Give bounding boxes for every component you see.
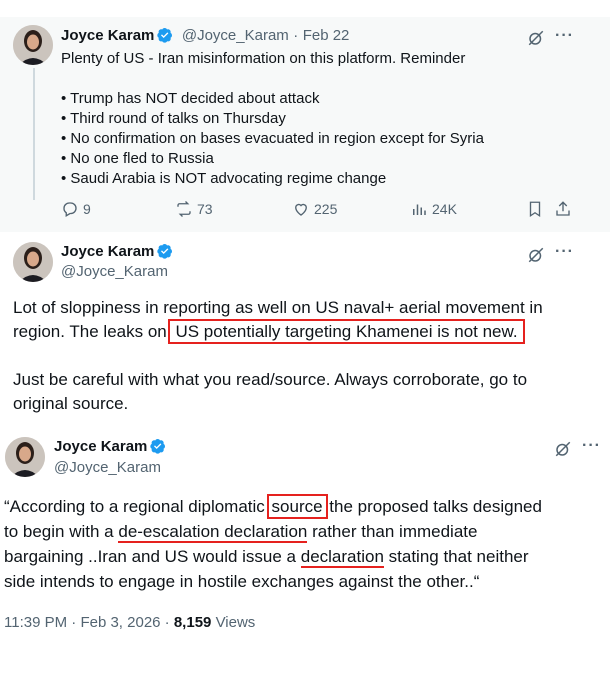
bullet-list: • Trump has NOT decided about attack • T… bbox=[61, 89, 484, 189]
share-button[interactable] bbox=[554, 200, 572, 223]
repost-count: 73 bbox=[197, 201, 213, 217]
underlined-word: declaration bbox=[300, 547, 384, 568]
grok-icon[interactable] bbox=[527, 246, 545, 269]
text-segment: stating that neither bbox=[383, 547, 529, 566]
reply-icon bbox=[63, 202, 77, 217]
text-segment: Lot of sloppiness in bbox=[13, 298, 164, 317]
grok-icon[interactable] bbox=[554, 440, 572, 463]
reply-button[interactable]: 9 bbox=[61, 200, 91, 218]
highlighted-word: source bbox=[266, 494, 328, 519]
tweet-text: “According to a regional diplomatic sour… bbox=[4, 494, 608, 595]
display-name[interactable]: Joyce Karam bbox=[61, 243, 154, 260]
display-name[interactable]: Joyce Karam bbox=[61, 27, 154, 44]
tweet-date[interactable]: Feb 3, 2026 bbox=[80, 614, 160, 631]
underlined-phrase: de-escalation declaration bbox=[118, 522, 308, 543]
like-button[interactable]: 225 bbox=[292, 200, 337, 218]
list-item: • Saudi Arabia is NOT advocating regime … bbox=[61, 170, 387, 187]
text-segment: bargaining ..Iran and US would issue a bbox=[4, 547, 301, 566]
views-label: Views bbox=[215, 614, 256, 631]
views-chart-icon bbox=[413, 204, 426, 215]
avatar[interactable] bbox=[13, 242, 53, 282]
views-count: 24K bbox=[432, 201, 457, 217]
verified-badge-icon bbox=[150, 438, 166, 454]
separator-dot: · bbox=[164, 614, 170, 631]
reply-count: 9 bbox=[83, 201, 91, 217]
avatar[interactable] bbox=[13, 25, 53, 65]
repost-button[interactable]: 73 bbox=[175, 200, 213, 218]
bookmark-icon bbox=[529, 201, 541, 218]
highlighted-phrase: US potentially targeting Khamenei is not… bbox=[168, 319, 525, 344]
separator-dot: · bbox=[71, 614, 77, 631]
tweet-time[interactable]: 11:39 PM bbox=[4, 614, 67, 631]
text-segment: to begin with a bbox=[4, 522, 119, 541]
tweet-text: Lot of sloppiness in reporting as well o… bbox=[13, 296, 603, 344]
list-item: • Third round of talks on Thursday bbox=[61, 110, 286, 127]
verified-badge-icon bbox=[157, 27, 173, 43]
tweet-paragraph: Just be careful with what you read/sourc… bbox=[13, 370, 528, 413]
tweet-date[interactable]: Feb 22 bbox=[303, 27, 350, 44]
repost-icon bbox=[177, 201, 191, 217]
text-segment: the proposed talks designed bbox=[324, 497, 542, 516]
user-handle[interactable]: @Joyce_Karam bbox=[182, 27, 289, 44]
verified-badge-icon bbox=[157, 243, 173, 259]
text-segment: rather than immediate bbox=[307, 522, 478, 541]
separator-dot: · bbox=[293, 27, 299, 44]
text-segment: side intends to engage in hostile exchan… bbox=[4, 572, 480, 591]
tweet-text: Plenty of US - Iran misinformation on th… bbox=[61, 50, 466, 67]
views-count: 8,159 bbox=[173, 614, 212, 631]
tweet-metadata: 11:39 PM · Feb 3, 2026 · 8,159 Views bbox=[4, 614, 255, 631]
list-item: • No one fled to Russia bbox=[61, 150, 214, 167]
more-icon[interactable]: ··· bbox=[582, 437, 601, 455]
avatar[interactable] bbox=[5, 437, 45, 477]
grok-icon[interactable] bbox=[527, 29, 545, 52]
text-segment: reporting as well on US naval+ aerial mo… bbox=[163, 298, 543, 317]
list-item: • No confirmation on bases evacuated in … bbox=[61, 130, 484, 147]
bookmark-button[interactable] bbox=[526, 200, 544, 223]
user-handle[interactable]: @Joyce_Karam bbox=[54, 459, 161, 476]
like-count: 225 bbox=[314, 201, 338, 217]
more-icon[interactable]: ··· bbox=[555, 27, 574, 45]
views-button[interactable]: 24K bbox=[410, 200, 457, 218]
more-icon[interactable]: ··· bbox=[555, 243, 574, 261]
heart-icon bbox=[295, 203, 307, 216]
thread-connector-line bbox=[33, 68, 35, 200]
text-segment: region. The leaks on bbox=[13, 322, 167, 341]
text-segment: “According to a regional diplomatic bbox=[4, 497, 270, 516]
display-name[interactable]: Joyce Karam bbox=[54, 438, 147, 455]
user-handle[interactable]: @Joyce_Karam bbox=[61, 263, 168, 280]
share-icon bbox=[556, 201, 570, 216]
list-item: • Trump has NOT decided about attack bbox=[61, 90, 320, 107]
